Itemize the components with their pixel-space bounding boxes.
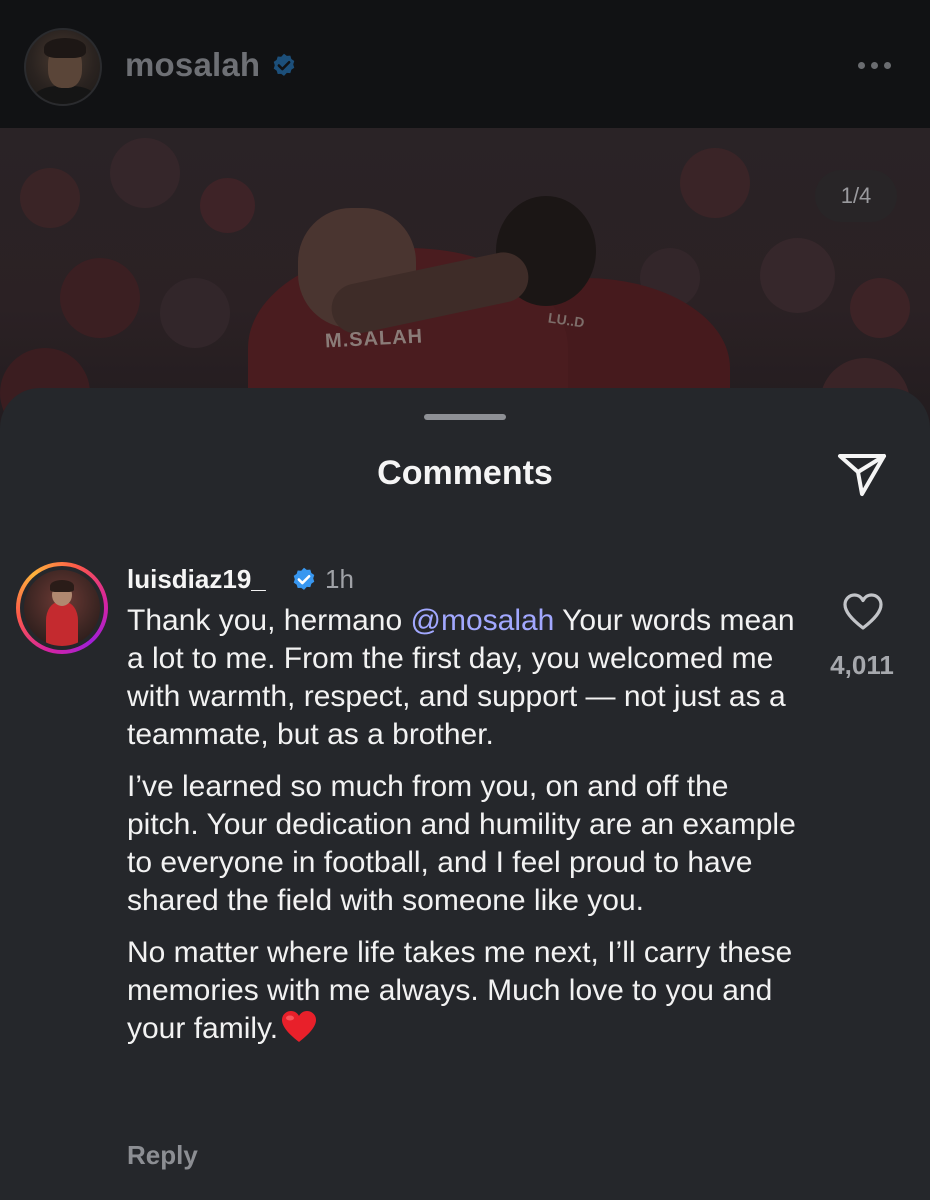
comment-paragraph-3: No matter where life takes me next, I’ll… xyxy=(127,934,807,1048)
comment-paragraph-1: Thank you, hermano @mosalah Your words m… xyxy=(127,602,807,754)
sheet-title: Comments xyxy=(377,454,553,492)
image-counter: 1/4 xyxy=(815,170,897,222)
comment-text-segment: Thank you, hermano xyxy=(127,604,411,637)
profile-avatar[interactable] xyxy=(24,28,102,106)
post-image[interactable]: M.SALAH LU..D 1/4 xyxy=(0,128,930,428)
comments-sheet: Comments luisdiaz19_ 1h Thank you, herma… xyxy=(0,388,930,1200)
post-username[interactable]: mosalah xyxy=(125,46,260,84)
commenter-avatar[interactable] xyxy=(16,562,108,654)
verified-badge-icon xyxy=(273,53,295,76)
like-count: 4,011 xyxy=(830,650,894,680)
comment-text: Thank you, hermano @mosalah Your words m… xyxy=(127,602,807,1062)
reply-button[interactable]: Reply xyxy=(127,1140,198,1171)
comment-text-segment: No matter where life takes me next, I’ll… xyxy=(127,936,793,1045)
send-icon[interactable] xyxy=(836,450,888,498)
comment-paragraph-2: I’ve learned so much from you, on and of… xyxy=(127,770,796,917)
drag-handle[interactable] xyxy=(424,414,506,420)
post-header: mosalah xyxy=(0,0,930,128)
comment-timestamp: 1h xyxy=(325,564,354,594)
red-heart-emoji-icon xyxy=(282,1011,317,1042)
more-options-icon[interactable] xyxy=(858,52,898,78)
verified-badge-icon xyxy=(293,567,315,590)
commenter-username[interactable]: luisdiaz19_ xyxy=(127,564,266,595)
heart-like-icon[interactable] xyxy=(842,592,884,632)
mention-link[interactable]: @mosalah xyxy=(411,604,555,637)
